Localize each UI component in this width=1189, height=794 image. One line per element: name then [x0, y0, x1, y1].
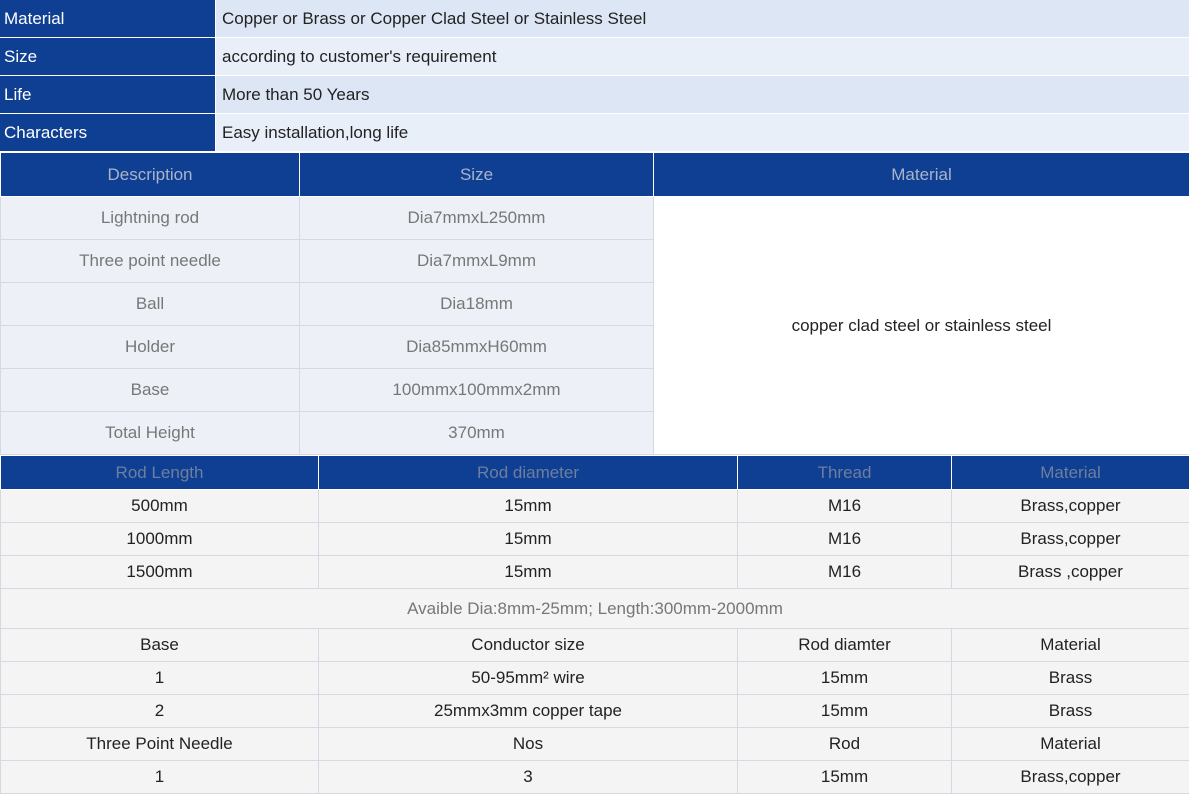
component-description: Three point needle — [1, 240, 300, 283]
rod-thread: M16 — [738, 523, 952, 556]
base-cell: 15mm — [738, 662, 952, 695]
base-header-cell: Material — [952, 629, 1189, 662]
header-rod-length: Rod Length — [1, 456, 319, 490]
property-row: Material Copper or Brass or Copper Clad … — [0, 0, 1189, 38]
base-cell: 1 — [1, 662, 319, 695]
base-header-cell: Conductor size — [319, 629, 738, 662]
base-row: 1 50-95mm² wire 15mm Brass — [1, 662, 1189, 695]
base-cell: Brass — [952, 695, 1189, 728]
property-label: Characters — [0, 114, 216, 152]
needle-row: 1 3 15mm Brass,copper — [1, 761, 1189, 794]
rod-material: Brass,copper — [952, 490, 1189, 523]
rod-length: 500mm — [1, 490, 319, 523]
header-size: Size — [300, 153, 654, 197]
property-row: Size according to customer's requirement — [0, 38, 1189, 76]
header-material: Material — [952, 456, 1189, 490]
property-label: Material — [0, 0, 216, 38]
base-cell: 25mmx3mm copper tape — [319, 695, 738, 728]
base-cell: Brass — [952, 662, 1189, 695]
base-header-row: Base Conductor size Rod diamter Material — [1, 629, 1189, 662]
rod-length: 1500mm — [1, 556, 319, 589]
rod-specs-table: Rod Length Rod diameter Thread Material … — [0, 455, 1189, 794]
component-description: Lightning rod — [1, 197, 300, 240]
property-value: Easy installation,long life — [216, 114, 1189, 152]
base-cell: 50-95mm² wire — [319, 662, 738, 695]
rod-material: Brass ,copper — [952, 556, 1189, 589]
component-size: Dia7mmxL250mm — [300, 197, 654, 240]
needle-header-row: Three Point Needle Nos Rod Material — [1, 728, 1189, 761]
rod-row: 1500mm 15mm M16 Brass ,copper — [1, 556, 1189, 589]
rod-thread: M16 — [738, 556, 952, 589]
needle-cell: 15mm — [738, 761, 952, 794]
component-row: Lightning rod Dia7mmxL250mm copper clad … — [1, 197, 1189, 240]
properties-table: Material Copper or Brass or Copper Clad … — [0, 0, 1189, 152]
header-rod-diameter: Rod diameter — [319, 456, 738, 490]
base-header-cell: Rod diamter — [738, 629, 952, 662]
rod-length: 1000mm — [1, 523, 319, 556]
rod-header-row: Rod Length Rod diameter Thread Material — [1, 456, 1189, 490]
needle-header-cell: Material — [952, 728, 1189, 761]
availability-note-row: Avaible Dia:8mm-25mm; Length:300mm-2000m… — [1, 589, 1189, 629]
property-value: Copper or Brass or Copper Clad Steel or … — [216, 0, 1189, 38]
header-thread: Thread — [738, 456, 952, 490]
rod-row: 500mm 15mm M16 Brass,copper — [1, 490, 1189, 523]
needle-cell: 1 — [1, 761, 319, 794]
needle-header-cell: Nos — [319, 728, 738, 761]
rod-diameter: 15mm — [319, 556, 738, 589]
rod-row: 1000mm 15mm M16 Brass,copper — [1, 523, 1189, 556]
needle-header-cell: Three Point Needle — [1, 728, 319, 761]
component-size: Dia85mmxH60mm — [300, 326, 654, 369]
base-cell: 2 — [1, 695, 319, 728]
component-description: Ball — [1, 283, 300, 326]
component-description: Base — [1, 369, 300, 412]
components-table: Description Size Material Lightning rod … — [0, 152, 1189, 455]
rod-thread: M16 — [738, 490, 952, 523]
component-size: Dia18mm — [300, 283, 654, 326]
component-description: Total Height — [1, 412, 300, 455]
component-description: Holder — [1, 326, 300, 369]
needle-cell: 3 — [319, 761, 738, 794]
availability-note: Avaible Dia:8mm-25mm; Length:300mm-2000m… — [1, 589, 1189, 629]
base-row: 2 25mmx3mm copper tape 15mm Brass — [1, 695, 1189, 728]
property-value: More than 50 Years — [216, 76, 1189, 114]
property-label: Size — [0, 38, 216, 76]
header-description: Description — [1, 153, 300, 197]
component-size: 100mmx100mmx2mm — [300, 369, 654, 412]
property-row: Characters Easy installation,long life — [0, 114, 1189, 152]
components-header-row: Description Size Material — [1, 153, 1189, 197]
property-row: Life More than 50 Years — [0, 76, 1189, 114]
property-label: Life — [0, 76, 216, 114]
rod-diameter: 15mm — [319, 523, 738, 556]
base-cell: 15mm — [738, 695, 952, 728]
base-header-cell: Base — [1, 629, 319, 662]
rod-material: Brass,copper — [952, 523, 1189, 556]
header-material: Material — [654, 153, 1189, 197]
needle-cell: Brass,copper — [952, 761, 1189, 794]
needle-header-cell: Rod — [738, 728, 952, 761]
component-size: Dia7mmxL9mm — [300, 240, 654, 283]
component-size: 370mm — [300, 412, 654, 455]
property-value: according to customer's requirement — [216, 38, 1189, 76]
rod-diameter: 15mm — [319, 490, 738, 523]
component-material: copper clad steel or stainless steel — [654, 197, 1189, 455]
